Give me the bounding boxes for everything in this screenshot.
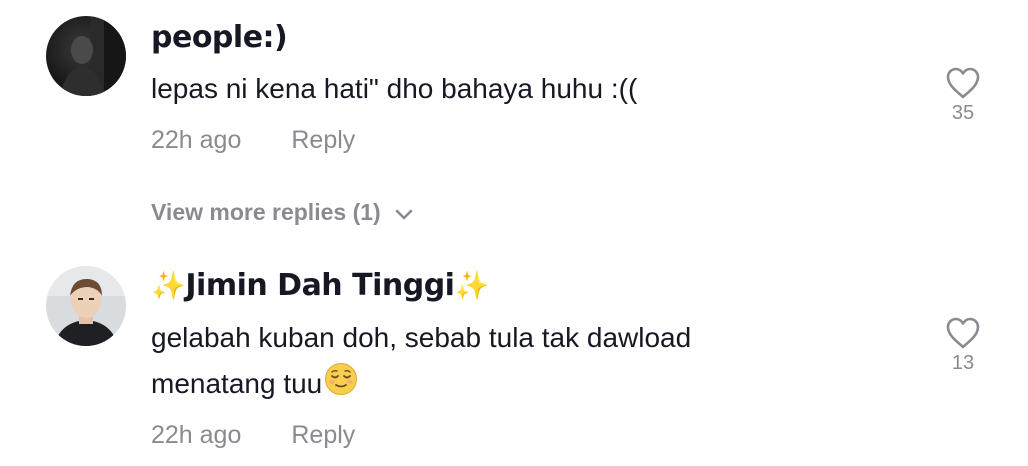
avatar[interactable]	[46, 16, 126, 96]
relieved-face-emoji-icon	[324, 362, 358, 410]
heart-outline-icon	[940, 316, 986, 350]
like-button[interactable]: 13	[940, 316, 986, 375]
reply-button[interactable]: Reply	[291, 126, 355, 154]
sparkle-icon: ✨	[454, 269, 489, 302]
like-button[interactable]: 35	[940, 66, 986, 125]
comment-text: menatang tuu	[151, 361, 358, 410]
comment-meta: 22h ago Reply	[151, 421, 355, 450]
comment-username[interactable]: people:)	[151, 20, 288, 55]
view-more-replies-label: View more replies (1)	[151, 199, 381, 225]
avatar[interactable]	[46, 266, 126, 346]
like-count: 13	[951, 352, 975, 374]
chevron-down-icon	[395, 200, 413, 227]
sparkle-icon: ✨	[151, 269, 186, 302]
view-more-replies-button[interactable]: View more replies (1)	[151, 199, 413, 227]
like-count: 35	[951, 102, 975, 124]
heart-outline-icon	[940, 66, 986, 100]
comment-text-line: menatang tuu	[151, 368, 323, 399]
comment-time: 22h ago	[151, 421, 242, 449]
comment-text: lepas ni kena hati" dho bahaya huhu :((	[151, 73, 638, 104]
comment-username[interactable]: ✨Jimin Dah Tinggi✨	[151, 268, 489, 303]
reply-button[interactable]: Reply	[291, 421, 355, 449]
comment-username-text: Jimin Dah Tinggi	[185, 268, 455, 303]
comment-time: 22h ago	[151, 126, 242, 154]
comment-text: gelabah kuban doh, sebab tula tak dawloa…	[151, 322, 692, 353]
comment-meta: 22h ago Reply	[151, 126, 355, 155]
